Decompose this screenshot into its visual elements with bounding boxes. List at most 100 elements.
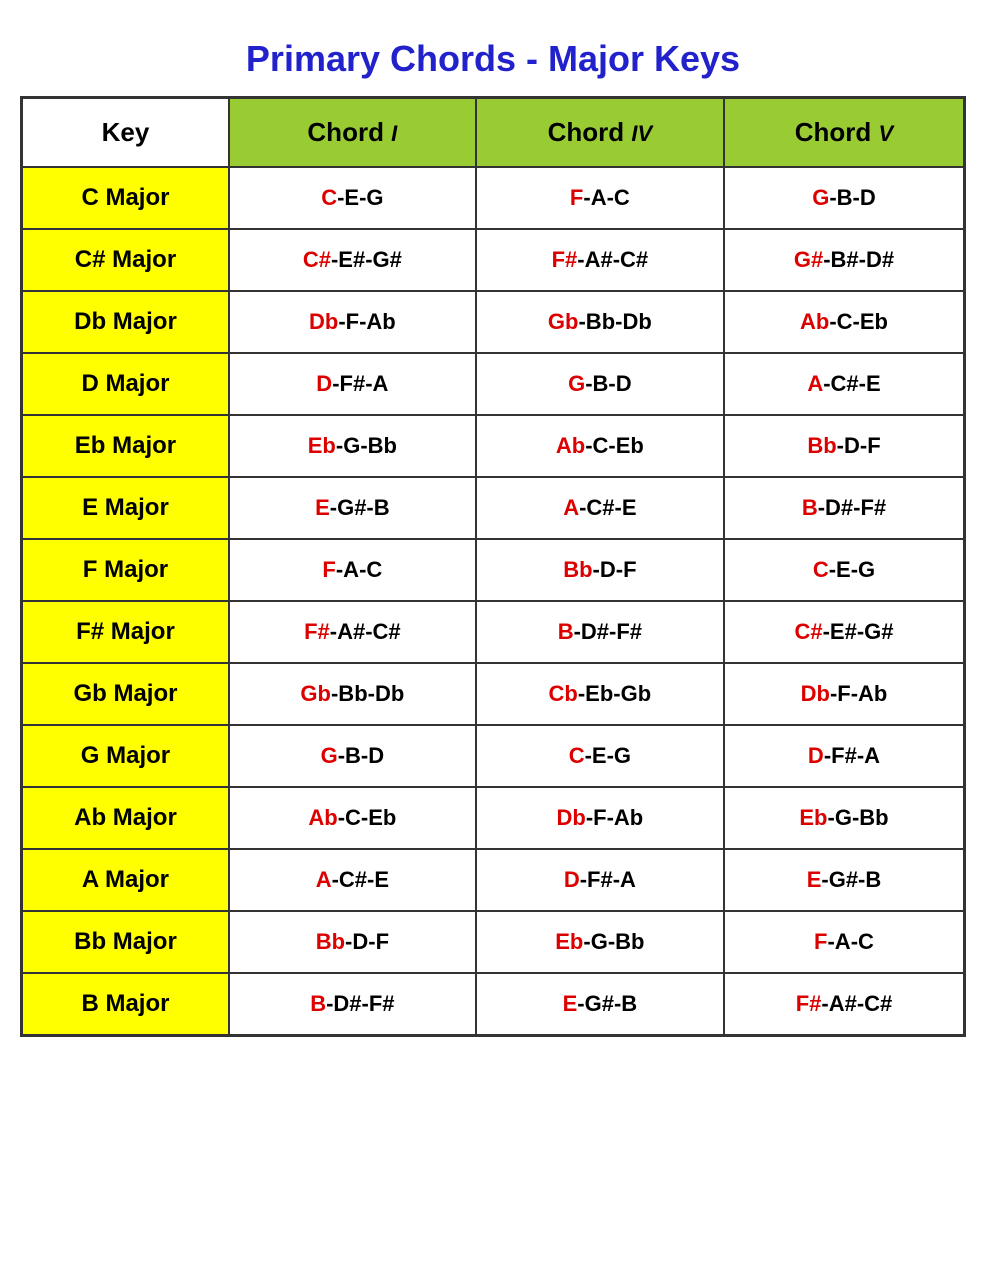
chord-notes: -B#-D# xyxy=(823,247,894,272)
key-header: Key xyxy=(22,98,229,168)
chord-root: C# xyxy=(303,247,331,272)
chord4-cell: F#-A#-C# xyxy=(476,229,724,291)
chord-notes: -F-Ab xyxy=(586,805,643,830)
chord-notes: -C#-E xyxy=(579,495,636,520)
chord-notes: -A-C xyxy=(336,557,382,582)
chord-notes: -F-Ab xyxy=(338,309,395,334)
chord1-cell: D-F#-A xyxy=(229,353,476,415)
chord-root: Db xyxy=(801,681,830,706)
chord1-cell: Db-F-Ab xyxy=(229,291,476,353)
chord-root: B xyxy=(310,991,326,1016)
table-header-row: Key Chord I Chord IV Chord V xyxy=(22,98,965,168)
chord-notes: -E-G xyxy=(337,185,383,210)
page-container: Primary Chords - Major Keys Key Chord I … xyxy=(20,20,966,1037)
chord-notes: -D#-F# xyxy=(818,495,886,520)
key-cell: G Major xyxy=(22,725,229,787)
chord5-cell: Ab-C-Eb xyxy=(724,291,965,353)
chord-notes: -A#-C# xyxy=(821,991,892,1016)
chord-root: Ab xyxy=(556,433,585,458)
chord-root: Gb xyxy=(548,309,579,334)
chord4-cell: A-C#-E xyxy=(476,477,724,539)
chord-root: E xyxy=(315,495,330,520)
chord-notes: -C#-E xyxy=(823,371,880,396)
page-title: Primary Chords - Major Keys xyxy=(20,20,966,96)
key-cell: D Major xyxy=(22,353,229,415)
chord4-cell: D-F#-A xyxy=(476,849,724,911)
chord1-cell: F#-A#-C# xyxy=(229,601,476,663)
chord-root: A xyxy=(807,371,823,396)
table-row: F MajorF-A-CBb-D-FC-E-G xyxy=(22,539,965,601)
chord-notes: -D-F xyxy=(345,929,389,954)
chord-notes: -G#-B xyxy=(330,495,390,520)
table-row: C MajorC-E-GF-A-CG-B-D xyxy=(22,167,965,229)
chords-table: Key Chord I Chord IV Chord V C MajorC-E-… xyxy=(20,96,966,1037)
chord-notes: -C-Eb xyxy=(585,433,644,458)
key-cell: Bb Major xyxy=(22,911,229,973)
chord-notes: -D#-F# xyxy=(574,619,642,644)
chord-notes: -F#-A xyxy=(824,743,880,768)
chord-root: F xyxy=(322,557,335,582)
chord-root: D xyxy=(316,371,332,396)
chord-root: Eb xyxy=(799,805,827,830)
chord4-cell: E-G#-B xyxy=(476,973,724,1036)
chord-root: F xyxy=(570,185,583,210)
key-cell: F# Major xyxy=(22,601,229,663)
table-row: E MajorE-G#-BA-C#-EB-D#-F# xyxy=(22,477,965,539)
table-row: F# MajorF#-A#-C#B-D#-F#C#-E#-G# xyxy=(22,601,965,663)
chord1-header: Chord I xyxy=(229,98,476,168)
chord1-cell: Gb-Bb-Db xyxy=(229,663,476,725)
chord-root: Db xyxy=(309,309,338,334)
chord-root: G# xyxy=(794,247,823,272)
chord-root: A xyxy=(316,867,332,892)
chord-root: Eb xyxy=(308,433,336,458)
chord5-cell: Db-F-Ab xyxy=(724,663,965,725)
chord1-cell: E-G#-B xyxy=(229,477,476,539)
chord1-cell: G-B-D xyxy=(229,725,476,787)
chord-notes: -G#-B xyxy=(821,867,881,892)
chord-root: B xyxy=(802,495,818,520)
chord4-cell: Eb-G-Bb xyxy=(476,911,724,973)
chord-notes: -F-Ab xyxy=(830,681,887,706)
chord-notes: -B-D xyxy=(585,371,631,396)
chord1-cell: F-A-C xyxy=(229,539,476,601)
key-cell: Db Major xyxy=(22,291,229,353)
chord5-cell: A-C#-E xyxy=(724,353,965,415)
chord-root: F# xyxy=(552,247,578,272)
chord-root: E xyxy=(563,991,578,1016)
chord-notes: -B-D xyxy=(829,185,875,210)
chord4-header: Chord IV xyxy=(476,98,724,168)
chord-notes: -A-C xyxy=(827,929,873,954)
chord-root: Ab xyxy=(308,805,337,830)
chord-notes: -D#-F# xyxy=(326,991,394,1016)
chord-root: G xyxy=(568,371,585,396)
chord-notes: -Eb-Gb xyxy=(578,681,651,706)
chord-root: F xyxy=(814,929,827,954)
chord5-cell: Eb-G-Bb xyxy=(724,787,965,849)
chord1-cell: Eb-G-Bb xyxy=(229,415,476,477)
chord-root: F# xyxy=(796,991,822,1016)
key-cell: B Major xyxy=(22,973,229,1036)
chord-root: F# xyxy=(304,619,330,644)
chord4-cell: B-D#-F# xyxy=(476,601,724,663)
chord1-cell: A-C#-E xyxy=(229,849,476,911)
chord-notes: -G-Bb xyxy=(828,805,889,830)
chord4-cell: C-E-G xyxy=(476,725,724,787)
chord5-cell: C#-E#-G# xyxy=(724,601,965,663)
key-cell: F Major xyxy=(22,539,229,601)
chord-notes: -A-C xyxy=(583,185,629,210)
key-cell: C Major xyxy=(22,167,229,229)
chord4-cell: G-B-D xyxy=(476,353,724,415)
chord-notes: -C#-E xyxy=(332,867,389,892)
chord-root: Bb xyxy=(807,433,836,458)
chord5-cell: F-A-C xyxy=(724,911,965,973)
chord5-cell: D-F#-A xyxy=(724,725,965,787)
chord5-cell: G-B-D xyxy=(724,167,965,229)
chord-notes: -Bb-Db xyxy=(578,309,651,334)
key-cell: A Major xyxy=(22,849,229,911)
chord4-cell: F-A-C xyxy=(476,167,724,229)
chord1-cell: B-D#-F# xyxy=(229,973,476,1036)
chord4-cell: Ab-C-Eb xyxy=(476,415,724,477)
chord-notes: -G-Bb xyxy=(583,929,644,954)
chord-root: C xyxy=(569,743,585,768)
chord5-cell: Bb-D-F xyxy=(724,415,965,477)
